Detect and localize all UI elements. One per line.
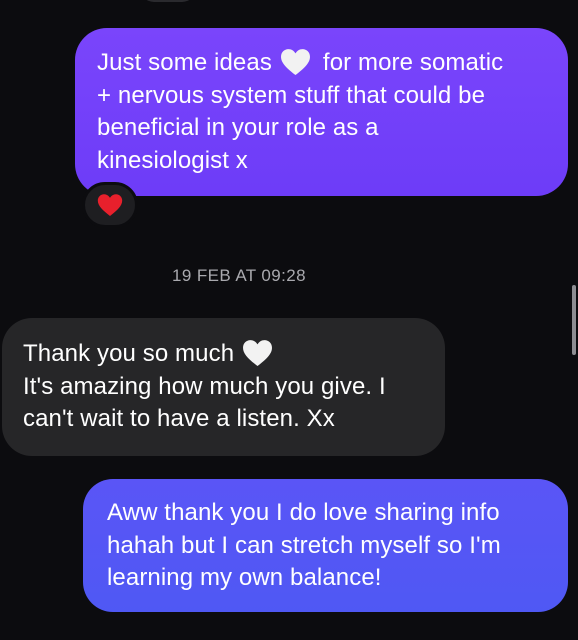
white-heart-icon: [280, 48, 311, 76]
message-line: Just some ideas for more somatic: [97, 48, 504, 76]
incoming-message-bubble[interactable]: Thank you so much It's amazing how much …: [2, 318, 445, 456]
outgoing-message-bubble[interactable]: Aww thank you I do love sharing info hah…: [83, 479, 568, 612]
white-heart-icon: [242, 339, 273, 367]
message-reaction[interactable]: [82, 182, 138, 228]
message-line: can't wait to have a listen. Xx: [23, 405, 335, 432]
message-line: Aww thank you I do love sharing info: [107, 499, 500, 526]
message-line: + nervous system stuff that could be: [97, 81, 486, 109]
outgoing-message-bubble[interactable]: Just some ideas for more somatic + nervou…: [75, 28, 568, 196]
scrollbar-thumb[interactable]: [572, 285, 576, 355]
message-line: learning my own balance!: [107, 564, 382, 591]
message-line: beneficial in your role as a: [97, 114, 379, 141]
red-heart-icon: [97, 193, 123, 217]
message-timestamp: 19 FEB AT 09:28: [172, 266, 306, 285]
message-line: hahah but I can stretch myself so I'm: [107, 531, 501, 559]
previous-message-edge: [140, 0, 196, 2]
message-line: Thank you so much: [23, 338, 431, 371]
message-line: It's amazing how much you give. I: [23, 372, 386, 400]
message-line: kinesiologist x: [97, 146, 248, 174]
